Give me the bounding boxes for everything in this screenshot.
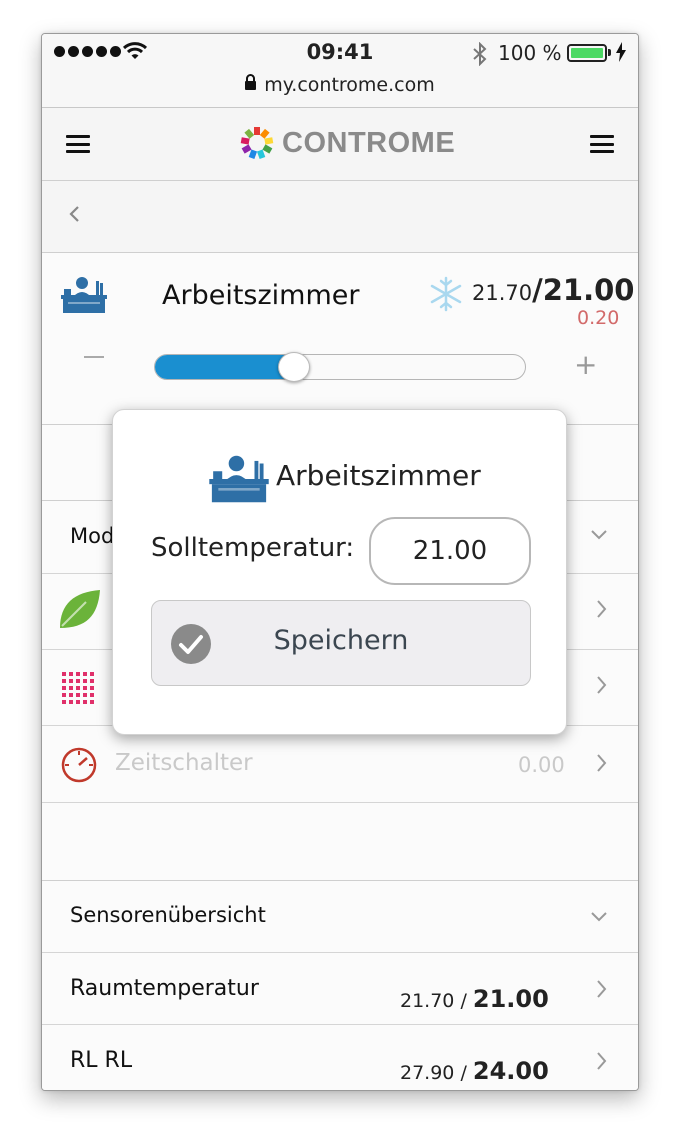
url-text: my.controme.com: [264, 74, 435, 96]
chevron-right-icon: [597, 754, 607, 772]
battery-icon: [567, 44, 607, 62]
chevron-right-icon: [597, 980, 607, 998]
logo-text: CONTROME: [282, 126, 456, 159]
timer-label: Zeitschalter: [115, 750, 253, 776]
charging-icon: [616, 42, 626, 62]
sensor-overview-row[interactable]: Sensorenübersicht: [42, 881, 638, 953]
sensor-values: 27.90 / 24.00: [400, 1057, 549, 1085]
chevron-right-icon: [597, 676, 607, 694]
room-temperature: 21.70/21.00: [472, 273, 635, 307]
bluetooth-icon: [473, 42, 487, 66]
timer-icon: [61, 747, 97, 783]
room-name[interactable]: Arbeitszimmer: [162, 280, 359, 311]
grid-icon: [62, 672, 94, 704]
desk-icon: [209, 455, 269, 503]
app-header: CONTROME: [42, 108, 638, 181]
snowflake-icon: [430, 276, 462, 312]
slider-fill: [155, 355, 292, 379]
sensor-name: Raumtemperatur: [70, 976, 259, 1001]
sensor-values: 21.70 / 21.00: [400, 985, 549, 1013]
sensor-row[interactable]: RL RL 27.90 / 24.00: [42, 1025, 638, 1090]
desk-icon: [61, 277, 107, 313]
save-button[interactable]: Speichern: [151, 600, 531, 686]
current-temperature: 21.70: [472, 281, 533, 305]
timer-value: 0.00: [518, 753, 565, 777]
target-temperature: 21.00: [542, 273, 635, 307]
chevron-down-icon: [591, 530, 607, 540]
mode-label: Mod: [70, 524, 115, 548]
setpoint-input[interactable]: [369, 517, 531, 585]
room-card: Arbeitszimmer 21.70/21.00 0.20 +: [42, 253, 638, 425]
save-button-label: Speichern: [273, 625, 409, 656]
sensor-row[interactable]: Raumtemperatur 21.70 / 21.00: [42, 953, 638, 1025]
slider-thumb[interactable]: [278, 352, 310, 382]
temperature-difference: 0.20: [577, 307, 620, 329]
menu-icon[interactable]: [590, 135, 614, 153]
address-bar[interactable]: my.controme.com: [42, 74, 638, 96]
dialog-title: Arbeitszimmer: [276, 459, 481, 492]
battery-percentage: 100 %: [498, 41, 562, 65]
sensor-name: RL RL: [70, 1048, 133, 1073]
sensor-overview-label: Sensorenübersicht: [70, 903, 266, 927]
logo: CONTROME: [238, 124, 455, 162]
timer-row[interactable]: Zeitschalter 0.00: [42, 726, 638, 803]
setpoint-dialog: Arbeitszimmer Solltemperatur: Speichern: [112, 409, 567, 735]
hamburger-icon[interactable]: [66, 135, 90, 153]
lock-icon: [245, 74, 257, 90]
leaf-icon: [60, 590, 100, 628]
back-chevron-icon[interactable]: [68, 203, 82, 225]
navigation-bar: [42, 181, 638, 253]
temperature-slider[interactable]: [154, 354, 526, 380]
setpoint-label: Solltemperatur:: [151, 533, 355, 563]
decrease-button[interactable]: [84, 356, 104, 358]
increase-button[interactable]: +: [574, 351, 597, 379]
chevron-right-icon: [597, 600, 607, 618]
status-bar: 09:41 100 % my.controme.com: [42, 34, 638, 108]
chevron-down-icon: [591, 912, 607, 922]
chevron-right-icon: [597, 1052, 607, 1070]
battery-tip: [608, 49, 611, 56]
section-spacer: [42, 803, 638, 881]
logo-icon: [240, 127, 274, 160]
